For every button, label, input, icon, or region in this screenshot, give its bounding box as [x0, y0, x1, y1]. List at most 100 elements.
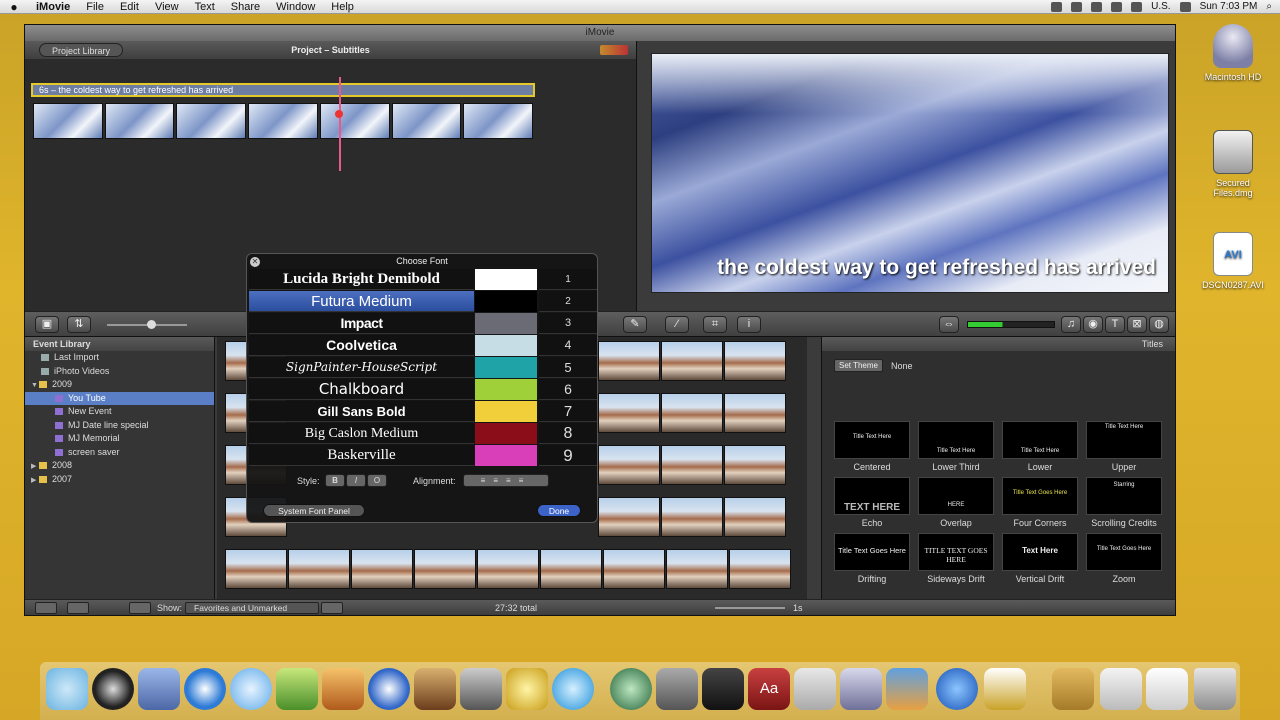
- subtitle-title-bar[interactable]: 6s – the coldest way to get refreshed ha…: [31, 83, 535, 97]
- menu-help[interactable]: Help: [323, 1, 362, 13]
- bluetooth-icon[interactable]: [1091, 1, 1103, 12]
- trash-icon[interactable]: [1194, 668, 1236, 710]
- audio-skimming-button[interactable]: ⇔: [939, 316, 959, 333]
- project-options-icon[interactable]: [600, 45, 628, 55]
- title-tile-lower-third[interactable]: Title Text Here: [918, 421, 994, 459]
- event-folder-2008[interactable]: ▶ 2008: [25, 459, 214, 473]
- menu-edit[interactable]: Edit: [112, 1, 147, 13]
- apple-menu-icon[interactable]: ●: [0, 0, 28, 14]
- color-swatch-6[interactable]: [475, 379, 537, 400]
- color-swatch-1[interactable]: [475, 269, 537, 290]
- menu-window[interactable]: Window: [268, 1, 323, 13]
- pen-tool-icon[interactable]: [840, 668, 882, 710]
- clip-thumbnail[interactable]: [176, 103, 247, 139]
- set-theme-button[interactable]: Set Theme: [834, 359, 883, 372]
- title-tile-scrolling-credits[interactable]: Starring: [1086, 477, 1162, 515]
- color-swatch-2[interactable]: [475, 291, 537, 312]
- event-item-new-event[interactable]: New Event: [25, 405, 214, 419]
- title-tile-zoom[interactable]: Title Text Goes Here: [1086, 533, 1162, 571]
- show-filter-select[interactable]: Favorites and Unmarked: [185, 602, 319, 614]
- clip-thumbnail[interactable]: [248, 103, 318, 139]
- spotlight-icon[interactable]: ⌕: [1266, 1, 1272, 12]
- alignment-segmented-control[interactable]: ≡≡≡≡: [463, 474, 549, 487]
- time-machine-icon[interactable]: [1111, 1, 1123, 12]
- font-row-3[interactable]: Impact 3: [249, 313, 597, 335]
- iphoto-icon[interactable]: [322, 668, 364, 710]
- safari-icon[interactable]: [184, 668, 226, 710]
- script-editor-icon[interactable]: [794, 668, 836, 710]
- printer-icon[interactable]: [984, 668, 1026, 710]
- menu-app[interactable]: iMovie: [28, 1, 78, 13]
- playhead-marker[interactable]: [335, 110, 343, 118]
- font-row-7[interactable]: Gill Sans Bold 7: [249, 401, 597, 423]
- bold-toggle[interactable]: B: [325, 474, 345, 487]
- home-icon[interactable]: [936, 668, 978, 710]
- star-icon[interactable]: [506, 668, 548, 710]
- color-swatch-9[interactable]: [475, 445, 537, 466]
- desktop-icon-secured-files[interactable]: Secured Files.dmg: [1198, 130, 1268, 198]
- finder-icon[interactable]: [46, 668, 88, 710]
- italic-toggle[interactable]: I: [346, 474, 366, 487]
- play-event-button[interactable]: [67, 602, 89, 614]
- playhead[interactable]: [339, 77, 341, 171]
- script-icon[interactable]: [1071, 1, 1083, 12]
- title-tile-overlap[interactable]: HERE: [918, 477, 994, 515]
- transitions-browser-button[interactable]: ⊠: [1127, 316, 1147, 333]
- dashboard-icon[interactable]: [92, 668, 134, 710]
- event-item-screen-saver[interactable]: screen saver: [25, 446, 214, 460]
- font-row-8[interactable]: Big Caslon Medium 8: [249, 423, 597, 445]
- clip-thumbnail[interactable]: [33, 103, 103, 139]
- maps-browser-button[interactable]: ◍: [1149, 316, 1169, 333]
- clip-row[interactable]: [225, 549, 791, 589]
- system-preferences-icon[interactable]: [656, 668, 698, 710]
- outline-toggle[interactable]: O: [367, 474, 387, 487]
- system-font-panel-button[interactable]: System Font Panel: [263, 504, 365, 517]
- title-tile-echo[interactable]: TEXT HERE: [834, 477, 910, 515]
- video-viewer[interactable]: the coldest way to get refreshed has arr…: [651, 53, 1169, 293]
- menu-text[interactable]: Text: [187, 1, 223, 13]
- title-tile-sideways-drift[interactable]: TITLE TEXT GOES HERE: [918, 533, 994, 571]
- event-list-toggle-button[interactable]: [35, 602, 57, 614]
- menu-share[interactable]: Share: [223, 1, 268, 13]
- voiceover-button[interactable]: ✎: [623, 316, 647, 333]
- volume-icon[interactable]: [1179, 1, 1191, 12]
- event-folder-2009[interactable]: ▼ 2009: [25, 378, 214, 392]
- garageband-icon[interactable]: [414, 668, 456, 710]
- mail-icon[interactable]: [138, 668, 180, 710]
- terminal-icon[interactable]: [702, 668, 744, 710]
- music-browser-button[interactable]: ♫: [1061, 316, 1081, 333]
- time-machine-dock-icon[interactable]: [610, 668, 652, 710]
- done-button[interactable]: Done: [537, 504, 581, 517]
- close-icon[interactable]: ✕: [250, 257, 260, 267]
- font-row-6[interactable]: Chalkboard 6: [249, 379, 597, 401]
- color-swatch-7[interactable]: [475, 401, 537, 422]
- address-book-icon[interactable]: [1052, 668, 1094, 710]
- title-tile-lower[interactable]: Title Text Here: [1002, 421, 1078, 459]
- title-tile-four-corners[interactable]: Title Text Goes Here: [1002, 477, 1078, 515]
- font-row-1[interactable]: Lucida Bright Demibold 1: [249, 269, 597, 291]
- menu-view[interactable]: View: [147, 1, 187, 13]
- title-tile-drifting[interactable]: Title Text Goes Here: [834, 533, 910, 571]
- numbers-icon[interactable]: [886, 668, 928, 710]
- menu-file[interactable]: File: [78, 1, 112, 13]
- itunes-icon[interactable]: [230, 668, 272, 710]
- swap-events-projects-button[interactable]: ⇅: [67, 316, 91, 333]
- search-button[interactable]: [129, 602, 151, 614]
- font-row-9[interactable]: Baskerville 9: [249, 445, 597, 467]
- pages-icon[interactable]: [1146, 668, 1188, 710]
- title-tile-centered[interactable]: Title Text Here: [834, 421, 910, 459]
- imovie-dock-icon[interactable]: [460, 668, 502, 710]
- title-tile-vertical-drift[interactable]: Text Here: [1002, 533, 1078, 571]
- project-filmstrip[interactable]: [33, 103, 534, 139]
- crop-button[interactable]: ⌗: [703, 316, 727, 333]
- clip-thumbnail[interactable]: [463, 103, 534, 139]
- event-item-mj-date-line[interactable]: MJ Date line special: [25, 419, 214, 433]
- font-row-2[interactable]: Futura Medium 2: [249, 291, 597, 313]
- camera-import-button[interactable]: ▣: [35, 316, 59, 333]
- eyedropper-button[interactable]: ⁄: [665, 316, 689, 333]
- event-item-iphoto-videos[interactable]: iPhoto Videos: [25, 365, 214, 379]
- event-item-last-import[interactable]: Last Import: [25, 351, 214, 365]
- color-swatch-4[interactable]: [475, 335, 537, 356]
- event-item-you-tube[interactable]: You Tube: [25, 391, 214, 405]
- color-swatch-5[interactable]: [475, 357, 537, 378]
